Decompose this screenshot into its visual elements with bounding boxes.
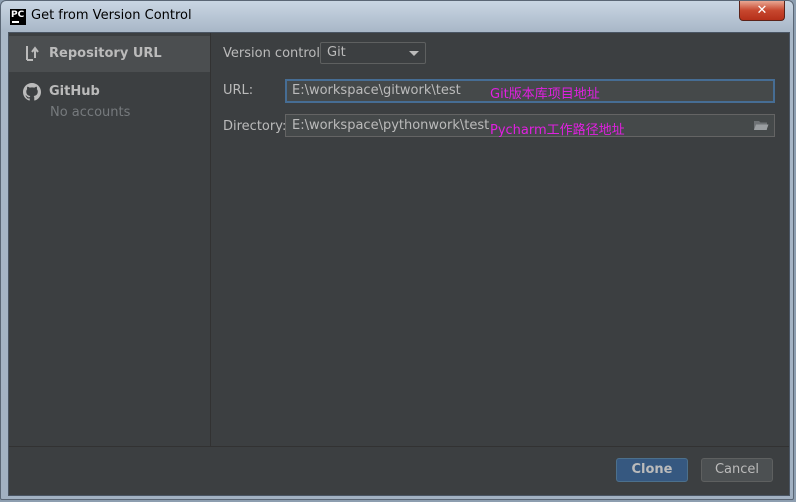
version-control-value: Git bbox=[327, 45, 346, 60]
url-label: URL: bbox=[223, 83, 254, 98]
dialog-window: PC Get from Version Control ✕ Repository… bbox=[0, 0, 794, 500]
browse-folder-icon[interactable] bbox=[753, 119, 769, 132]
sidebar-item-github[interactable]: GitHub No accounts bbox=[9, 77, 210, 123]
pycharm-app-icon: PC bbox=[10, 9, 26, 25]
github-icon bbox=[23, 83, 41, 101]
sidebar-item-label: Repository URL bbox=[49, 46, 162, 61]
clone-button[interactable]: Clone bbox=[616, 458, 688, 482]
url-annotation: Git版本库项目地址 bbox=[490, 87, 600, 102]
sidebar-item-label: GitHub bbox=[49, 84, 100, 99]
repository-url-icon bbox=[26, 46, 39, 61]
title-bar[interactable]: PC Get from Version Control ✕ bbox=[1, 1, 793, 31]
sidebar: Repository URL GitHub No accounts bbox=[9, 33, 211, 446]
chevron-down-icon bbox=[409, 51, 419, 56]
cancel-button[interactable]: Cancel bbox=[701, 458, 773, 482]
version-control-select[interactable]: Git bbox=[320, 42, 426, 64]
directory-value: E:\workspace\pythonwork\test bbox=[292, 118, 490, 133]
footer-divider bbox=[9, 446, 789, 447]
sidebar-item-sublabel: No accounts bbox=[50, 105, 131, 120]
window-title: Get from Version Control bbox=[31, 8, 192, 23]
version-control-label: Version control: bbox=[223, 46, 325, 61]
close-button[interactable]: ✕ bbox=[739, 1, 785, 21]
directory-label: Directory: bbox=[223, 119, 287, 134]
sidebar-item-repository-url[interactable]: Repository URL bbox=[9, 36, 210, 72]
dialog-content: Repository URL GitHub No accounts Versio… bbox=[8, 32, 790, 496]
directory-annotation: Pycharm工作路径地址 bbox=[490, 123, 625, 138]
url-value: E:\workspace\gitwork\test bbox=[292, 83, 461, 98]
